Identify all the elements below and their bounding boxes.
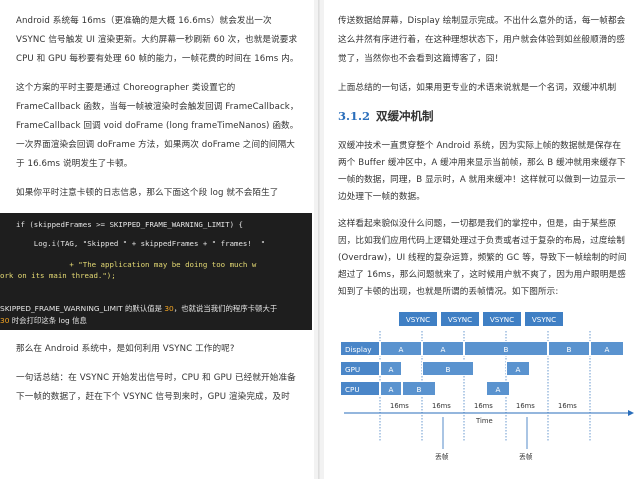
gpu-frame-1: A bbox=[380, 361, 402, 376]
section-number: 3.1.2 bbox=[338, 109, 371, 123]
display-frame-4: B bbox=[548, 341, 590, 356]
time-label-4: 16ms bbox=[516, 402, 535, 410]
code-line-2: Log.i(TAG, "Skipped " + skippedFrames + … bbox=[16, 238, 265, 249]
section-title: 双缓冲机制 bbox=[376, 109, 434, 123]
code-line-2-text: Log.i(TAG, "Skipped " + skippedFrames + … bbox=[16, 239, 266, 248]
code-note-num: 30 bbox=[164, 304, 174, 313]
gpu-frame-2: B bbox=[422, 361, 474, 376]
right-paragraph-2-text: 上面总结的一句话，如果用更专业的术语来说就是一个名词，双缓冲机制 bbox=[338, 83, 617, 93]
time-label-5: 16ms bbox=[558, 402, 577, 410]
code-note-d: 时会打印这条 log 信息 bbox=[9, 316, 87, 325]
code-line-6: 30 时会打印这条 log 信息 bbox=[0, 315, 87, 326]
vsync-label-3: VSYNC bbox=[482, 311, 522, 327]
left-paragraph-3: 如果你平时注意卡顿的日志信息，那么下面这个段 log 就不会陌生了 bbox=[16, 188, 279, 198]
code-line-4: ork on its main thread."); bbox=[0, 271, 116, 280]
jank-label-1: 丢帧 bbox=[435, 453, 449, 461]
row-label-cpu: CPU bbox=[340, 381, 380, 396]
time-axis-label: Time bbox=[476, 417, 493, 425]
cpu-frame-1: A bbox=[380, 381, 402, 396]
vsync-label-4: VSYNC bbox=[524, 311, 564, 327]
right-paragraph-3: 双缓冲技术一直贯穿整个 Android 系统，因为实际上帧的数据就是保存在两个 … bbox=[338, 141, 626, 202]
cpu-frame-2: B bbox=[402, 381, 436, 396]
code-line-3: + "The application may be doing too much… bbox=[16, 260, 257, 269]
section-heading: 3.1.2 双缓冲机制 bbox=[338, 108, 628, 124]
time-label-3: 16ms bbox=[474, 402, 493, 410]
row-label-display: Display bbox=[340, 341, 380, 356]
time-label-2: 16ms bbox=[432, 402, 451, 410]
time-axis-arrow bbox=[628, 410, 634, 416]
vsync-label-1: VSYNC bbox=[398, 311, 438, 327]
left-paragraph-1: Android 系统每 16ms（更准确的是大概 16.6ms）就会发出一次 V… bbox=[16, 16, 299, 64]
vsync-label-2: VSYNC bbox=[440, 311, 480, 327]
code-note-num-2: 30 bbox=[0, 316, 10, 325]
display-frame-3: B bbox=[464, 341, 548, 356]
code-note-c: ，也就说当我们的程序卡顿大于 bbox=[173, 304, 278, 313]
right-paragraph-4: 这样看起来貌似没什么问题，一切都是我们的掌控中，但是，由于某些原因，比如我们应用… bbox=[338, 219, 627, 297]
code-note-a: SKIPPED_FRAME_WARNING_LIMIT 的默认值是 bbox=[0, 304, 165, 313]
page-gutter bbox=[314, 0, 324, 479]
time-label-1: 16ms bbox=[390, 402, 409, 410]
jank-label-2: 丢帧 bbox=[519, 453, 533, 461]
left-paragraph-2: 这个方案的平时主要是通过 Choreographer 类设置它的 FrameCa… bbox=[16, 83, 299, 169]
row-label-gpu: GPU bbox=[340, 361, 380, 376]
left-paragraph-5: 一句话总结：在 VSYNC 开始发出信号时，CPU 和 GPU 已经就开始准备下… bbox=[16, 373, 296, 402]
code-line-5: SKIPPED_FRAME_WARNING_LIMIT 的默认值是 30，也就说… bbox=[0, 303, 277, 314]
right-paragraph-2: 上面总结的一句话，如果用更专业的术语来说就是一个名词，双缓冲机制 bbox=[338, 79, 628, 98]
code-block: if (skippedFrames >= SKIPPED_FRAME_WARNI… bbox=[0, 213, 312, 330]
display-frame-5: A bbox=[590, 341, 624, 356]
gpu-frame-3: A bbox=[506, 361, 530, 376]
code-line-1: if (skippedFrames >= SKIPPED_FRAME_WARNI… bbox=[16, 220, 243, 229]
right-paragraph-1: 传送数据给屏幕，Display 绘制显示完成。不出什么意外的话，每一帧都会这么井… bbox=[338, 16, 626, 64]
vsync-diagram: VSYNC VSYNC VSYNC VSYNC Display A A B B … bbox=[338, 311, 638, 471]
cpu-frame-3: A bbox=[486, 381, 510, 396]
left-page: Android 系统每 16ms（更准确的是大概 16.6ms）就会发出一次 V… bbox=[0, 0, 312, 479]
left-paragraph-4: 那么在 Android 系统中，是如何利用 VSYNC 工作的呢? bbox=[16, 344, 235, 354]
display-frame-2: A bbox=[422, 341, 464, 356]
right-page: 传送数据给屏幕，Display 绘制显示完成。不出什么意外的话，每一帧都会这么井… bbox=[326, 0, 640, 479]
display-frame-1: A bbox=[380, 341, 422, 356]
